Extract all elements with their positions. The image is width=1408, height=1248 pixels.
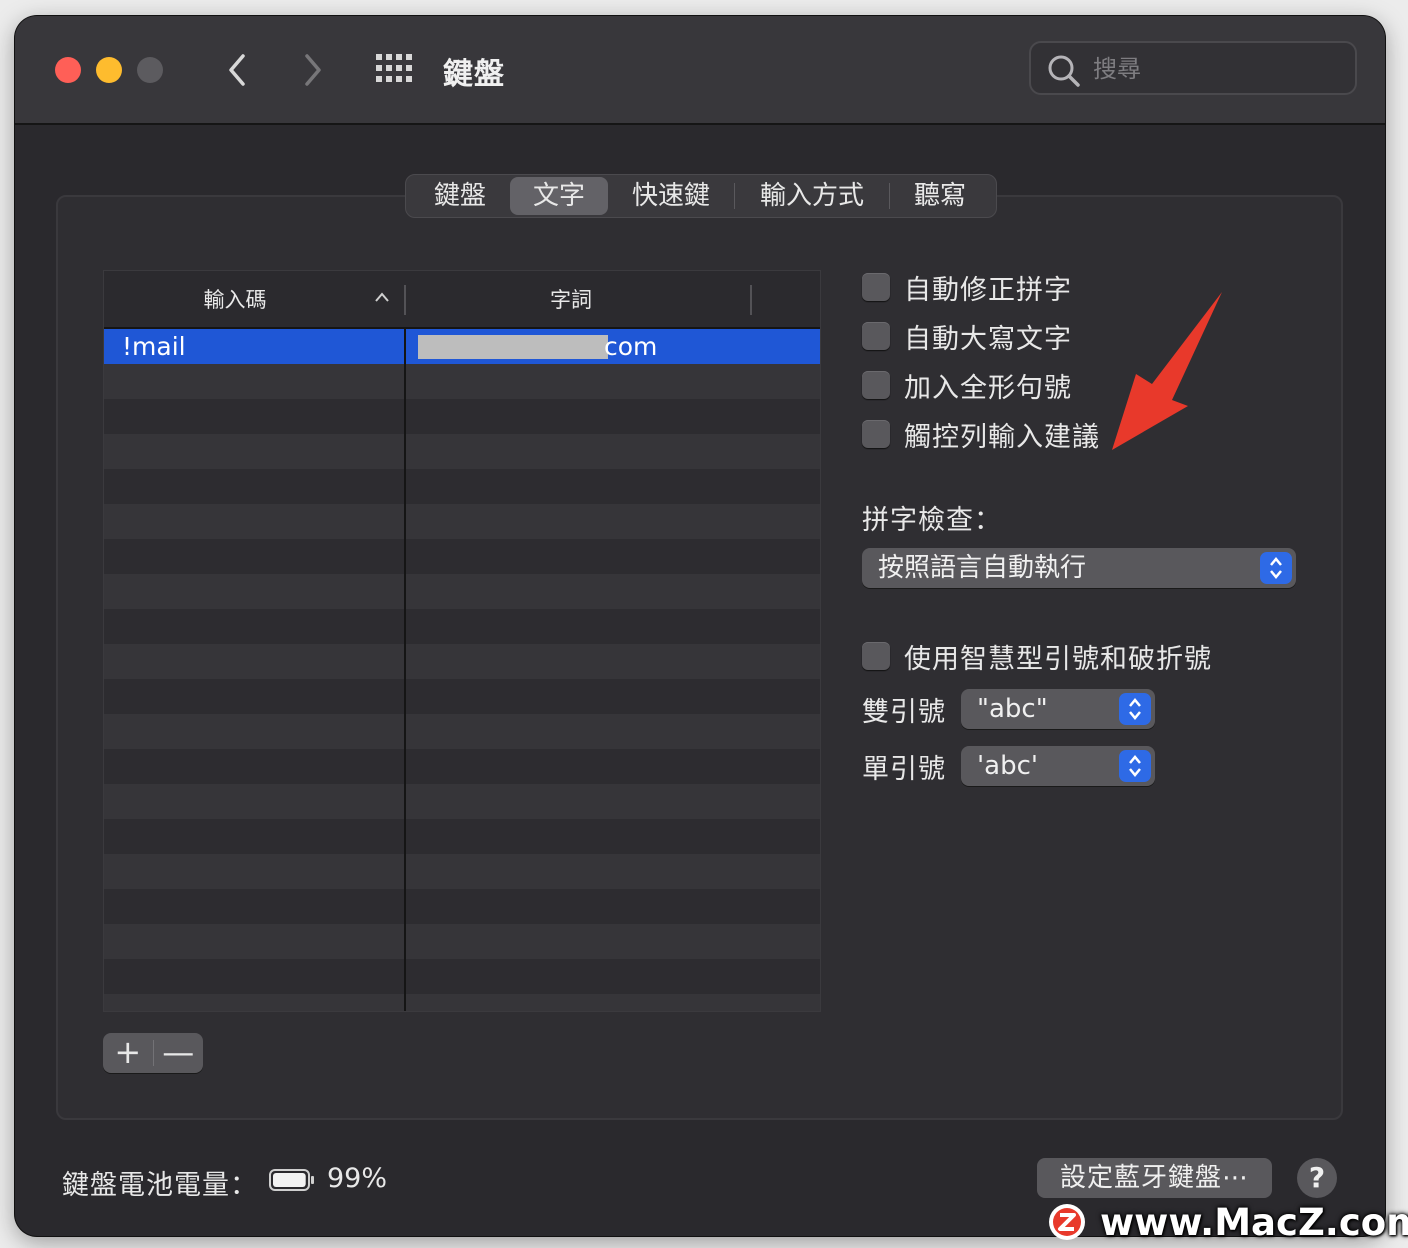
- titlebar: 鍵盤: [15, 16, 1385, 125]
- column-header-with[interactable]: 字詞: [406, 271, 736, 327]
- single-quotes-value: 'abc': [977, 751, 1039, 781]
- text-replacement-table: 輸入碼 字詞 !mail com: [103, 270, 821, 1012]
- remove-entry-button[interactable]: —: [153, 1033, 203, 1073]
- chevron-up-down-icon: [1270, 557, 1282, 579]
- search-icon: [1048, 55, 1080, 87]
- watermark-text: www.MacZ.com: [1100, 1200, 1408, 1244]
- cell-replace: !mail: [122, 332, 186, 361]
- table-row: [104, 469, 820, 504]
- fullwidth-period-checkbox[interactable]: [862, 371, 890, 399]
- table-row: [104, 994, 820, 1011]
- tab-shortcuts[interactable]: 快速鍵: [608, 177, 734, 215]
- column-separator: [750, 285, 752, 315]
- double-quotes-popup[interactable]: "abc": [961, 689, 1155, 729]
- search-field[interactable]: [1029, 41, 1357, 95]
- system-preferences-window: 鍵盤 鍵盤 文字 快速鍵 輸入方式 聽寫 輸入碼 字詞 !mail com: [15, 16, 1385, 1236]
- redacted-block: [418, 335, 608, 359]
- help-button[interactable]: ?: [1297, 1158, 1337, 1198]
- table-header: 輸入碼 字詞: [104, 271, 820, 329]
- option-auto-correct[interactable]: 自動修正拼字: [862, 270, 1072, 306]
- zoom-button[interactable]: [137, 57, 163, 83]
- auto-capitalize-label: 自動大寫文字: [904, 323, 1072, 355]
- chevron-left-icon: [229, 54, 245, 86]
- chevron-right-icon: [305, 54, 321, 86]
- tab-keyboard[interactable]: 鍵盤: [410, 177, 510, 215]
- search-input[interactable]: [1091, 51, 1345, 87]
- spelling-value: 按照語言自動執行: [878, 553, 1087, 583]
- table-row: [104, 749, 820, 784]
- column-header-replace[interactable]: 輸入碼: [104, 271, 366, 327]
- table-row: [104, 679, 820, 714]
- watermark: www.MacZ.com: [1048, 1198, 1408, 1246]
- macz-logo-icon: [1049, 1204, 1085, 1240]
- show-all-grid-icon[interactable]: [376, 54, 414, 84]
- tab-input-sources[interactable]: 輸入方式: [735, 177, 889, 215]
- minimize-button[interactable]: [96, 57, 122, 83]
- tab-text[interactable]: 文字: [510, 177, 608, 215]
- battery-level-fill: [273, 1173, 306, 1187]
- table-row: [104, 609, 820, 644]
- double-quotes-value: "abc": [977, 694, 1048, 724]
- option-smart-quotes[interactable]: 使用智慧型引號和破折號: [862, 639, 1212, 675]
- add-remove-control: + —: [103, 1033, 203, 1073]
- close-button[interactable]: [55, 57, 81, 83]
- fullwidth-period-label: 加入全形句號: [904, 372, 1072, 404]
- battery-label: 鍵盤電池電量：: [62, 1170, 258, 1201]
- table-row[interactable]: !mail com: [104, 329, 820, 364]
- table-row: [104, 784, 820, 819]
- option-fullwidth-period[interactable]: 加入全形句號: [862, 368, 1072, 404]
- back-button[interactable]: [223, 50, 251, 90]
- battery-percent: 99%: [327, 1163, 388, 1194]
- table-row: [104, 434, 820, 469]
- column-divider: [404, 329, 406, 1011]
- sort-ascending-icon: [375, 292, 389, 302]
- add-entry-button[interactable]: +: [103, 1033, 153, 1073]
- touchbar-suggestions-label: 觸控列輸入建議: [904, 421, 1100, 453]
- table-row: [104, 539, 820, 574]
- auto-capitalize-checkbox[interactable]: [862, 322, 890, 350]
- table-row: [104, 924, 820, 959]
- touchbar-suggestions-checkbox[interactable]: [862, 420, 890, 448]
- double-quotes-label: 雙引號: [862, 697, 946, 728]
- table-row: [104, 504, 820, 539]
- option-touchbar-suggestions[interactable]: 觸控列輸入建議: [862, 417, 1100, 453]
- spelling-label: 拼字檢查：: [862, 505, 1002, 536]
- setup-bluetooth-keyboard-button[interactable]: 設定藍牙鍵盤⋯: [1037, 1158, 1272, 1198]
- single-quotes-label: 單引號: [862, 754, 946, 785]
- tab-bar: 鍵盤 文字 快速鍵 輸入方式 聽寫: [405, 174, 997, 218]
- popup-stepper: [1119, 750, 1151, 782]
- table-row: [104, 959, 820, 994]
- battery-icon: [269, 1169, 314, 1191]
- popup-stepper: [1119, 693, 1151, 725]
- annotation-arrow-icon: [1112, 292, 1222, 450]
- table-row: [104, 574, 820, 609]
- table-rows: !mail com: [104, 329, 820, 1011]
- cell-with: com: [604, 332, 658, 361]
- popup-stepper: [1260, 552, 1292, 584]
- smart-quotes-checkbox[interactable]: [862, 642, 890, 670]
- table-row: [104, 854, 820, 889]
- auto-correct-checkbox[interactable]: [862, 273, 890, 301]
- table-row: [104, 399, 820, 434]
- auto-correct-label: 自動修正拼字: [904, 274, 1072, 306]
- smart-quotes-label: 使用智慧型引號和破折號: [904, 643, 1212, 675]
- window-title: 鍵盤: [443, 57, 505, 92]
- tab-dictation[interactable]: 聽寫: [890, 177, 990, 215]
- chevron-up-down-icon: [1129, 755, 1141, 777]
- table-row: [104, 889, 820, 924]
- table-row: [104, 819, 820, 854]
- table-row: [104, 714, 820, 749]
- table-row: [104, 364, 820, 399]
- spelling-popup[interactable]: 按照語言自動執行: [862, 548, 1296, 588]
- table-row: [104, 644, 820, 679]
- chevron-up-down-icon: [1129, 698, 1141, 720]
- forward-button[interactable]: [299, 50, 327, 90]
- option-auto-capitalize[interactable]: 自動大寫文字: [862, 319, 1072, 355]
- single-quotes-popup[interactable]: 'abc': [961, 746, 1155, 786]
